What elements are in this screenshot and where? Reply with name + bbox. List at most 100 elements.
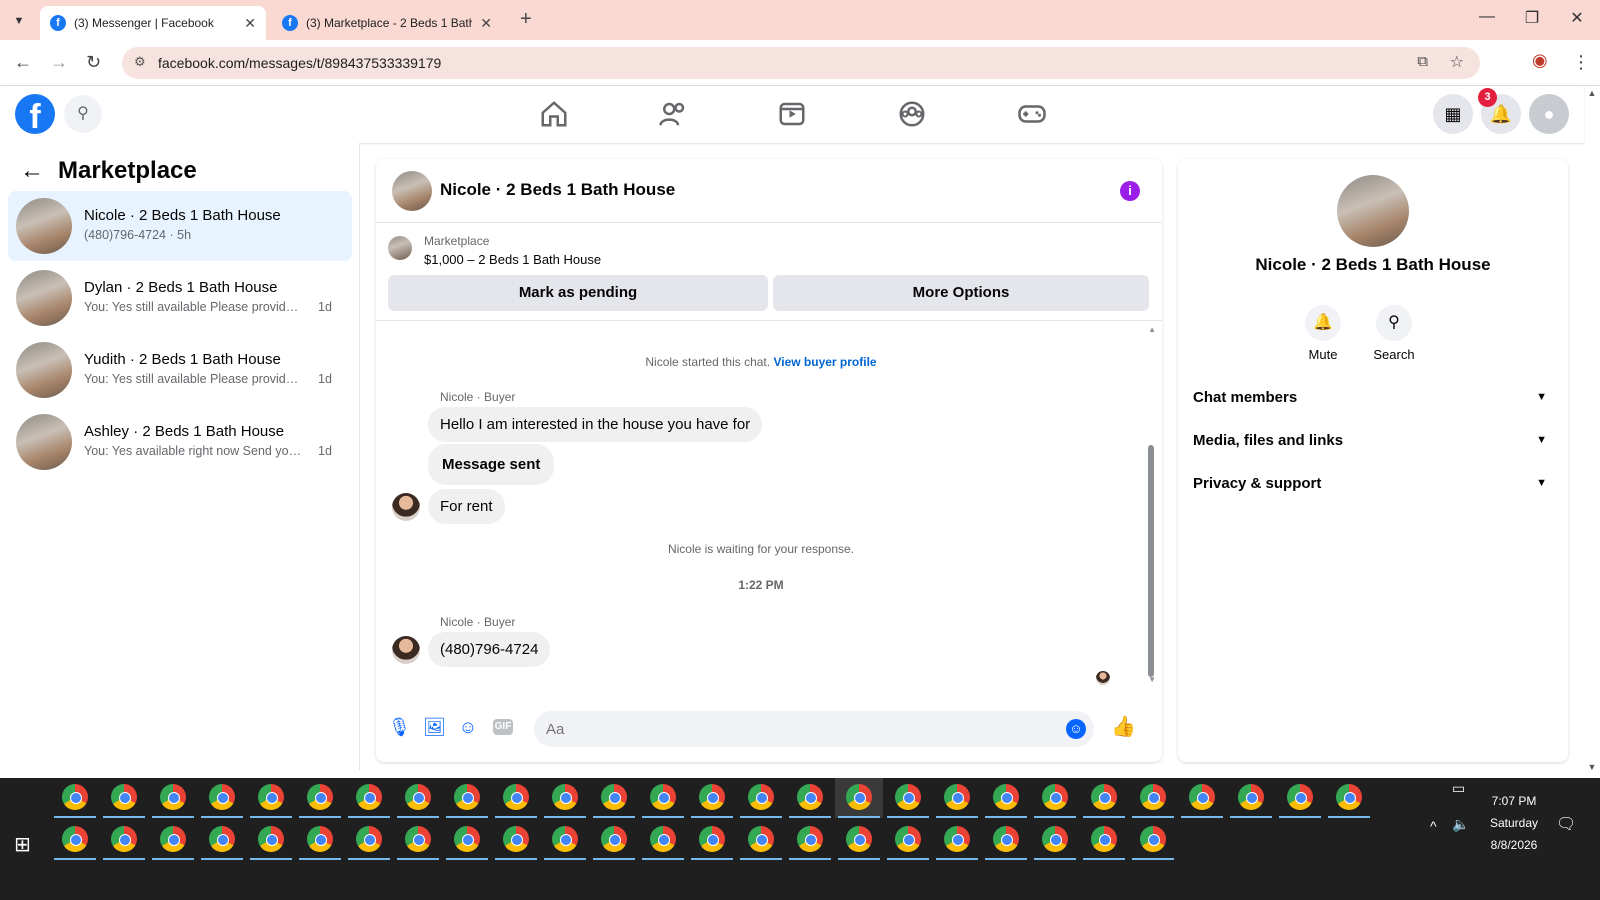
taskbar-app-icon[interactable]	[601, 826, 627, 852]
listing-thumbnail[interactable]	[388, 236, 412, 260]
restore-icon[interactable]: ❐	[1517, 8, 1547, 28]
chat-title[interactable]: Nicole · 2 Beds 1 Bath House	[440, 180, 675, 200]
photo-icon[interactable]: 🖼	[423, 717, 446, 737]
close-tab-icon[interactable]: ✕	[480, 15, 492, 32]
notification-center-icon[interactable]: 🗨	[1556, 814, 1576, 834]
more-options-button[interactable]: More Options	[773, 275, 1149, 311]
tab-messenger[interactable]: f (3) Messenger | Facebook ✕	[40, 6, 266, 40]
bookmark-star-icon[interactable]: ☆	[1450, 52, 1464, 72]
taskbar-app-icon[interactable]	[748, 784, 774, 810]
tab-marketplace[interactable]: f (3) Marketplace - 2 Beds 1 Bath ✕	[272, 6, 502, 40]
taskbar-app-icon[interactable]	[356, 826, 382, 852]
taskbar-app-icon[interactable]	[454, 826, 480, 852]
chat-members-section[interactable]: Chat members ▼	[1193, 375, 1553, 419]
taskbar-app-icon[interactable]	[1189, 784, 1215, 810]
taskbar-app-icon[interactable]	[111, 784, 137, 810]
microphone-icon[interactable]: 🎙	[388, 717, 411, 737]
back-arrow-icon[interactable]: ←	[20, 157, 44, 185]
gaming-icon[interactable]	[1017, 99, 1047, 129]
taskbar-app-icon[interactable]	[1287, 784, 1313, 810]
volume-icon[interactable]: 🔈	[1452, 816, 1469, 833]
privacy-support-section[interactable]: Privacy & support ▼	[1193, 461, 1553, 505]
menu-grid-icon[interactable]: ▦	[1433, 94, 1473, 134]
taskbar-app-icon[interactable]	[895, 784, 921, 810]
taskbar-app-icon[interactable]	[1140, 784, 1166, 810]
info-icon[interactable]: i	[1120, 181, 1140, 201]
message-bubble[interactable]: Hello I am interested in the house you h…	[428, 407, 763, 442]
site-settings-icon[interactable]: ⚙	[134, 54, 146, 70]
taskbar-app-icon[interactable]	[454, 784, 480, 810]
browser-menu-icon[interactable]: ⋮	[1572, 52, 1590, 73]
taskbar-app-icon[interactable]	[944, 826, 970, 852]
taskbar-app-icon[interactable]	[846, 826, 872, 852]
reload-icon[interactable]: ↻	[86, 52, 101, 73]
account-avatar[interactable]: ●	[1529, 94, 1569, 134]
network-icon[interactable]: ▭	[1452, 780, 1465, 797]
taskbar-app-icon[interactable]	[993, 784, 1019, 810]
message-bubble[interactable]: For rent	[428, 489, 505, 524]
tab-search-chevron-icon[interactable]: ▼	[8, 10, 30, 32]
emoji-icon[interactable]: ☺	[1066, 719, 1086, 739]
taskbar-app-icon[interactable]	[1042, 784, 1068, 810]
taskbar-app-icon[interactable]	[601, 784, 627, 810]
message-bubble[interactable]: Message sent	[428, 444, 555, 485]
clock-time[interactable]: 7:07 PM	[1474, 794, 1554, 808]
taskbar-app-icon[interactable]	[160, 826, 186, 852]
clock-day[interactable]: Saturday	[1474, 816, 1554, 830]
scrollbar-thumb[interactable]	[1148, 445, 1154, 677]
back-arrow-icon[interactable]: ←	[14, 52, 32, 73]
media-files-links-section[interactable]: Media, files and links ▼	[1193, 418, 1553, 462]
taskbar-app-icon[interactable]	[552, 784, 578, 810]
thumbs-up-icon[interactable]: 👍	[1111, 717, 1136, 737]
url-text[interactable]: facebook.com/messages/t/898437533339179	[158, 55, 441, 71]
conversation-item-ashley[interactable]: Ashley · 2 Beds 1 Bath House You: Yes av…	[8, 407, 352, 477]
forward-arrow-icon[interactable]: →	[50, 52, 68, 73]
taskbar-app-icon[interactable]	[307, 784, 333, 810]
taskbar-app-icon[interactable]	[405, 784, 431, 810]
minimize-icon[interactable]: —	[1472, 8, 1502, 26]
close-tab-icon[interactable]: ✕	[244, 15, 256, 32]
clock-date[interactable]: 8/8/2026	[1474, 838, 1554, 852]
tray-chevron-up-icon[interactable]: ^	[1430, 818, 1437, 834]
taskbar-app-icon[interactable]	[748, 826, 774, 852]
url-bar[interactable]: ⚙ facebook.com/messages/t/89843753333917…	[122, 47, 1480, 79]
groups-icon[interactable]	[897, 99, 927, 129]
scroll-up-arrow-icon[interactable]: ▲	[1148, 325, 1156, 334]
message-bubble[interactable]: (480)796-4724	[428, 632, 551, 667]
taskbar-app-icon[interactable]	[307, 826, 333, 852]
taskbar-app-icon[interactable]	[209, 826, 235, 852]
page-scroll-down-arrow-icon[interactable]: ▼	[1586, 762, 1598, 772]
taskbar-app-icon[interactable]	[258, 784, 284, 810]
taskbar-app-icon[interactable]	[797, 784, 823, 810]
home-icon[interactable]	[539, 99, 569, 129]
sticker-icon[interactable]: ☺	[458, 717, 478, 737]
mute-button[interactable]: 🔔 Mute	[1293, 305, 1353, 362]
taskbar-app-icon[interactable]	[1140, 826, 1166, 852]
taskbar-app-icon[interactable]	[1238, 784, 1264, 810]
conversation-item-nicole[interactable]: Nicole · 2 Beds 1 Bath House (480)796-47…	[8, 191, 352, 261]
taskbar-app-icon[interactable]	[160, 784, 186, 810]
conversation-item-yudith[interactable]: Yudith · 2 Beds 1 Bath House You: Yes st…	[8, 335, 352, 405]
taskbar-app-icon[interactable]	[62, 826, 88, 852]
taskbar-app-icon[interactable]	[503, 826, 529, 852]
taskbar-app-icon[interactable]	[699, 826, 725, 852]
avatar[interactable]	[392, 171, 432, 211]
taskbar-app-icon[interactable]	[111, 826, 137, 852]
taskbar-app-icon[interactable]	[993, 826, 1019, 852]
listing-price-title[interactable]: $1,000 – 2 Beds 1 Bath House	[424, 252, 601, 267]
gif-icon[interactable]: GIF	[493, 719, 513, 735]
close-window-icon[interactable]: ✕	[1562, 8, 1592, 28]
facebook-logo[interactable]: f	[15, 94, 55, 136]
taskbar-app-icon[interactable]	[552, 826, 578, 852]
taskbar-app-icon[interactable]	[209, 784, 235, 810]
video-icon[interactable]	[777, 99, 807, 129]
taskbar-app-icon[interactable]	[895, 826, 921, 852]
taskbar-app-icon[interactable]	[797, 826, 823, 852]
profile-icon[interactable]: ◉	[1532, 50, 1548, 71]
taskbar-app-icon[interactable]	[1091, 826, 1117, 852]
taskbar-app-icon[interactable]	[1336, 784, 1362, 810]
scroll-down-arrow-icon[interactable]: ▼	[1148, 675, 1156, 684]
taskbar-app-icon[interactable]	[356, 784, 382, 810]
taskbar-app-icon[interactable]	[650, 826, 676, 852]
install-app-icon[interactable]: ⧉	[1417, 53, 1428, 70]
